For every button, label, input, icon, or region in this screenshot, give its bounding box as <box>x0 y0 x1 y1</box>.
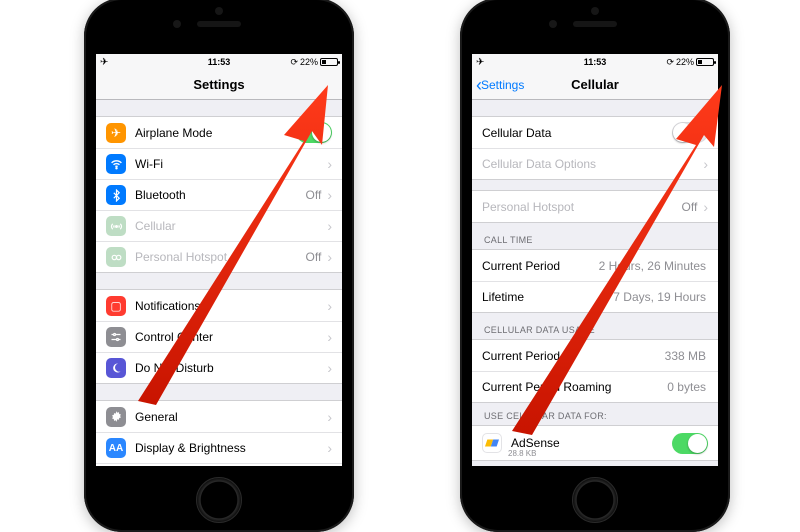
header-data-usage: Cellular Data Usage <box>472 313 718 339</box>
cell-dnd[interactable]: Do Not Disturb › <box>96 352 342 383</box>
status-bar: ✈ 11:53 ⟳ 22% <box>96 54 342 70</box>
page-title: Settings <box>193 77 244 92</box>
hotspot-icon <box>106 247 126 267</box>
nav-bar: ‹ Settings Cellular <box>472 70 718 100</box>
cell-usage-roaming: Current Period Roaming 0 bytes <box>472 371 718 402</box>
chevron-right-icon: › <box>327 409 332 425</box>
chevron-right-icon: › <box>327 187 332 203</box>
display-icon: AA <box>106 438 126 458</box>
moon-icon <box>106 358 126 378</box>
status-time: 11:53 <box>472 57 718 67</box>
cellular-icon <box>106 216 126 236</box>
sensor <box>215 7 223 15</box>
screen: ✈ 11:53 ⟳ 22% ‹ Settings Cellular Cellul… <box>472 54 718 466</box>
speaker <box>197 21 241 27</box>
settings-group-general: General › AA Display & Brightness › Wall… <box>96 400 342 466</box>
cell-current-period: Current Period 2 Hours, 26 Minutes <box>472 250 718 281</box>
wifi-icon <box>106 154 126 174</box>
gear-icon <box>106 407 126 427</box>
chevron-right-icon: › <box>703 199 708 215</box>
back-button[interactable]: ‹ Settings <box>476 78 524 92</box>
cellular-data-toggle[interactable] <box>672 122 708 143</box>
phone-mockup-settings: ✈ 11:53 ⟳ 22% Settings ✈ Airplane Mode W… <box>84 0 354 532</box>
chevron-right-icon: › <box>703 156 708 172</box>
settings-group-alerts: ▢ Notifications › Control Center › Do No… <box>96 289 342 384</box>
cell-bluetooth[interactable]: Bluetooth Off › <box>96 179 342 210</box>
cell-cellular-options[interactable]: Cellular Data Options › <box>472 148 718 179</box>
adsense-toggle[interactable] <box>672 433 708 454</box>
group-hotspot: Personal Hotspot Off › <box>472 190 718 223</box>
battery-icon <box>320 58 338 66</box>
cell-airplane-mode[interactable]: ✈ Airplane Mode <box>96 117 342 148</box>
header-call-time: Call Time <box>472 223 718 249</box>
chevron-right-icon: › <box>327 249 332 265</box>
chevron-right-icon: › <box>327 329 332 345</box>
cell-usage-current: Current Period 338 MB <box>472 340 718 371</box>
page-title: Cellular <box>571 77 619 92</box>
notifications-icon: ▢ <box>106 296 126 316</box>
cell-cellular[interactable]: Cellular › <box>96 210 342 241</box>
control-center-icon <box>106 327 126 347</box>
app-usage-sub: 28.8 KB <box>508 449 536 458</box>
bluetooth-icon <box>106 185 126 205</box>
header-use-cellular-for: Use Cellular Data For: <box>472 403 718 425</box>
home-button[interactable] <box>572 477 618 523</box>
sensor <box>591 7 599 15</box>
group-apps: AdSense 28.8 KB <box>472 425 718 461</box>
screen: ✈ 11:53 ⟳ 22% Settings ✈ Airplane Mode W… <box>96 54 342 466</box>
phone-mockup-cellular: ✈ 11:53 ⟳ 22% ‹ Settings Cellular Cellul… <box>460 0 730 532</box>
cell-lifetime: Lifetime 7 Days, 19 Hours <box>472 281 718 312</box>
airplane-icon: ✈ <box>106 123 126 143</box>
front-camera <box>549 20 557 28</box>
group-call-time: Current Period 2 Hours, 26 Minutes Lifet… <box>472 249 718 313</box>
home-button[interactable] <box>196 477 242 523</box>
chevron-right-icon: › <box>327 298 332 314</box>
cell-wifi[interactable]: Wi-Fi › <box>96 148 342 179</box>
adsense-icon <box>482 433 502 453</box>
status-bar: ✈ 11:53 ⟳ 22% <box>472 54 718 70</box>
cell-general[interactable]: General › <box>96 401 342 432</box>
nav-bar: Settings <box>96 70 342 100</box>
cell-notifications[interactable]: ▢ Notifications › <box>96 290 342 321</box>
cell-hotspot[interactable]: Personal Hotspot Off › <box>472 191 718 222</box>
speaker <box>573 21 617 27</box>
status-time: 11:53 <box>96 57 342 67</box>
chevron-right-icon: › <box>327 440 332 456</box>
chevron-right-icon: › <box>327 218 332 234</box>
cell-wallpaper[interactable]: Wallpaper › <box>96 463 342 466</box>
group-data-usage: Current Period 338 MB Current Period Roa… <box>472 339 718 403</box>
battery-icon <box>696 58 714 66</box>
cell-control-center[interactable]: Control Center › <box>96 321 342 352</box>
chevron-right-icon: › <box>327 360 332 376</box>
airplane-toggle[interactable] <box>296 122 332 143</box>
cell-app-adsense[interactable]: AdSense 28.8 KB <box>472 426 718 460</box>
chevron-right-icon: › <box>327 156 332 172</box>
cell-display[interactable]: AA Display & Brightness › <box>96 432 342 463</box>
cell-hotspot[interactable]: Personal Hotspot Off › <box>96 241 342 272</box>
settings-group-connectivity: ✈ Airplane Mode Wi-Fi › Bluetooth Off › <box>96 116 342 273</box>
front-camera <box>173 20 181 28</box>
group-cellular-main: Cellular Data Cellular Data Options › <box>472 116 718 180</box>
cell-cellular-data[interactable]: Cellular Data <box>472 117 718 148</box>
